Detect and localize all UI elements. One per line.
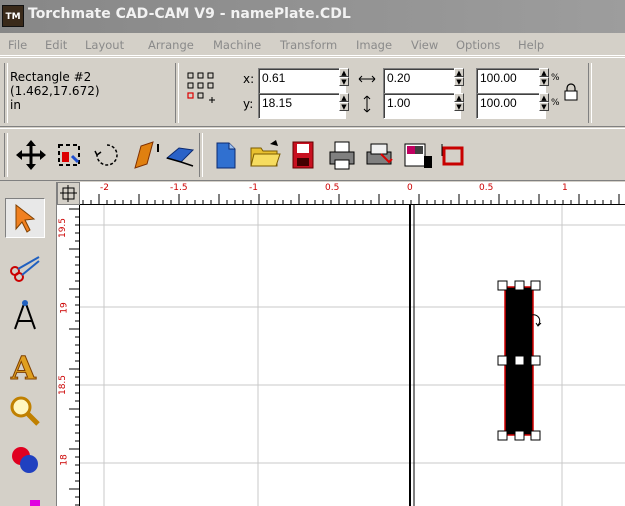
width-spinner[interactable]: ▲ ▼: [454, 68, 464, 88]
height-field[interactable]: 1.00: [383, 93, 461, 119]
pointer-tool[interactable]: [5, 198, 45, 238]
object-coords: (1.462,17.672): [10, 84, 100, 98]
app-logo-icon[interactable]: TM: [2, 5, 24, 27]
node-edit-icon[interactable]: [5, 295, 45, 335]
menu-arrange[interactable]: Arrange: [148, 38, 194, 52]
anchor-point-icon[interactable]: [187, 72, 227, 112]
undo-icon[interactable]: [436, 138, 470, 172]
next-tool-icon[interactable]: [30, 500, 40, 506]
menu-transform[interactable]: Transform: [280, 38, 337, 52]
mirror-icon[interactable]: [163, 138, 197, 172]
lock-icon[interactable]: [563, 82, 579, 102]
select-frame-icon[interactable]: [52, 138, 86, 172]
svg-text:A: A: [10, 349, 37, 385]
zoom-icon[interactable]: [5, 392, 45, 432]
scale-y-percent: %: [551, 98, 560, 108]
ruler-label: -2: [100, 183, 109, 193]
ruler-label: -1.5: [170, 183, 188, 193]
object-units: in: [10, 98, 21, 112]
x-label: x:: [243, 72, 255, 86]
height-arrow-icon: [363, 95, 371, 113]
scale-x-field[interactable]: 100.00: [476, 68, 546, 94]
menu-bar: File Edit Layout Arrange Machine Transfo…: [0, 33, 625, 56]
drawing-canvas[interactable]: [80, 205, 625, 506]
x-position-field[interactable]: 0.61: [258, 68, 346, 94]
skew-icon[interactable]: [127, 138, 161, 172]
print-icon[interactable]: [325, 138, 359, 172]
horizontal-ruler[interactable]: -2 -1.5 -1 0.5 0 0.5 1: [57, 182, 625, 205]
menu-help[interactable]: Help: [518, 38, 544, 52]
ruler-label: 1: [562, 183, 568, 193]
ruler-label: -1: [249, 183, 258, 193]
open-folder-icon[interactable]: [248, 138, 282, 172]
y-position-field[interactable]: 18.15: [258, 93, 346, 119]
pointer-icon: [15, 203, 36, 233]
scale-x-spinner[interactable]: ▲ ▼: [539, 68, 549, 88]
rotate-icon[interactable]: [90, 138, 124, 172]
save-icon[interactable]: [286, 138, 320, 172]
ruler-label: 0.5: [479, 183, 494, 193]
width-field[interactable]: 0.20: [383, 68, 461, 94]
ruler-label: 19.5: [58, 217, 69, 239]
object-name: Rectangle #2: [10, 70, 92, 84]
menu-layout[interactable]: Layout: [85, 38, 124, 52]
window-title: Torchmate CAD-CAM V9 - namePlate.CDL: [28, 6, 351, 22]
width-arrow-icon: [358, 75, 376, 83]
menu-file[interactable]: File: [8, 38, 27, 52]
new-document-icon[interactable]: [208, 138, 242, 172]
ruler-label: 18.5: [58, 374, 69, 396]
export-icon[interactable]: [362, 138, 396, 172]
menu-machine[interactable]: Machine: [213, 38, 261, 52]
import-icon[interactable]: [400, 138, 434, 172]
scale-y-spinner[interactable]: ▲ ▼: [539, 93, 549, 113]
menu-edit[interactable]: Edit: [45, 38, 67, 52]
scale-y-field[interactable]: 100.00: [476, 93, 546, 119]
scale-x-percent: %: [551, 73, 560, 83]
move-icon[interactable]: [14, 138, 48, 172]
y-spinner[interactable]: ▲ ▼: [339, 93, 349, 113]
ruler-label: 0: [407, 183, 413, 193]
menu-options[interactable]: Options: [456, 38, 500, 52]
ruler-origin-corner[interactable]: [57, 182, 80, 205]
ruler-label: 19: [59, 302, 70, 314]
scissors-icon[interactable]: [5, 247, 45, 287]
ruler-label: 18: [59, 454, 70, 466]
x-spinner[interactable]: ▲ ▼: [339, 68, 349, 88]
menu-view[interactable]: View: [411, 38, 438, 52]
text-icon[interactable]: A: [5, 345, 45, 386]
vertical-ruler[interactable]: 19.5 19 18.5 18: [57, 205, 80, 506]
y-label: y:: [243, 97, 254, 111]
menu-image[interactable]: Image: [356, 38, 392, 52]
ruler-label: 0.5: [325, 183, 340, 193]
shapes-icon[interactable]: [5, 440, 45, 480]
height-spinner[interactable]: ▲ ▼: [454, 93, 464, 113]
